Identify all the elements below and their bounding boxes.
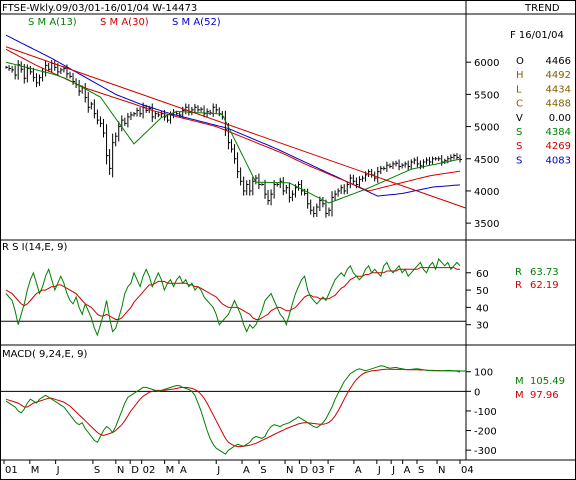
rsi-tick-label: 60 bbox=[476, 269, 489, 280]
time-tick-label: A bbox=[355, 465, 362, 476]
info-values-panel: O 4466 H 4492 L 4434 C 4488 V 0.00 S 4384 S 4269 S 4083 bbox=[516, 56, 571, 166]
macd-tick-label: -300 bbox=[474, 446, 497, 457]
time-tick-label: S bbox=[418, 465, 424, 476]
sma52-line bbox=[5, 34, 461, 197]
time-tick-label: J bbox=[56, 465, 60, 476]
time-tick-label: N bbox=[117, 465, 124, 476]
time-tick-label: 02 bbox=[143, 465, 156, 476]
rsi-signal-line bbox=[5, 267, 460, 320]
macd-axis: -300 -200 -100 0 100 bbox=[466, 368, 497, 457]
macd-tick-label: 100 bbox=[474, 368, 493, 379]
info-value-low: 4434 bbox=[546, 84, 571, 95]
time-tick-label: A bbox=[243, 465, 250, 476]
time-tick-label: S bbox=[260, 465, 266, 476]
rsi-axis: 30 40 50 60 bbox=[466, 269, 489, 332]
info-value-sma52: 4083 bbox=[546, 155, 571, 166]
macd-tick-label: 0 bbox=[474, 387, 480, 398]
price-tick-label: 4000 bbox=[474, 187, 499, 198]
time-tick-label: 01 bbox=[5, 465, 18, 476]
rsi-label-r2: R bbox=[515, 280, 522, 291]
time-tick-label: M bbox=[31, 465, 40, 476]
rsi-tick-label: 50 bbox=[476, 286, 489, 297]
info-label-open: O bbox=[516, 56, 524, 67]
price-tick-label: 3500 bbox=[474, 219, 499, 230]
info-value-sma30: 4269 bbox=[546, 141, 571, 152]
info-value-high: 4492 bbox=[546, 70, 571, 81]
info-label-low: L bbox=[516, 84, 522, 95]
info-value-close: 4488 bbox=[546, 99, 571, 110]
info-date: F 16/01/04 bbox=[510, 30, 564, 41]
ftse-weekly-chart: FTSE-Wkly.09/03/01-16/01/04 W-14473 TREN… bbox=[0, 0, 576, 480]
rsi-title: R S I(14,E, 9) bbox=[2, 242, 67, 253]
downtrend-line bbox=[5, 46, 467, 209]
rsi-label-r1: R bbox=[515, 267, 522, 278]
time-tick-label: J bbox=[377, 465, 381, 476]
macd-value-m2: 97.96 bbox=[530, 390, 559, 401]
macd-title: MACD( 9,24,E, 9) bbox=[2, 349, 88, 360]
macd-signal-line bbox=[5, 368, 461, 448]
legend-sma13: S M A(13) bbox=[28, 17, 77, 28]
macd-tick-label: -200 bbox=[474, 427, 497, 438]
macd-line bbox=[5, 365, 467, 455]
time-tick-label: 03 bbox=[312, 465, 325, 476]
time-tick-label: S bbox=[94, 465, 100, 476]
time-tick-label: A bbox=[180, 465, 187, 476]
price-tick-label: 5500 bbox=[474, 90, 499, 101]
time-tick-label: D bbox=[300, 465, 308, 476]
info-label-sma52: S bbox=[516, 155, 522, 166]
info-label-sma13: S bbox=[516, 127, 522, 138]
info-label-sma30: S bbox=[516, 141, 522, 152]
macd-label-m2: M bbox=[515, 390, 524, 401]
time-tick-label: N bbox=[438, 465, 445, 476]
info-label-close: C bbox=[516, 99, 523, 110]
legend-sma52: S M A(52) bbox=[172, 17, 221, 28]
price-tick-label: 4500 bbox=[474, 155, 499, 166]
info-value-volume: 0.00 bbox=[549, 113, 571, 124]
info-value-sma13: 4384 bbox=[546, 127, 571, 138]
rsi-value-r1: 63.73 bbox=[530, 267, 559, 278]
price-axis: 3500 4000 4500 5000 5500 6000 bbox=[466, 58, 499, 230]
time-tick-label: 04 bbox=[461, 465, 474, 476]
macd-tick-label: -100 bbox=[474, 407, 497, 418]
time-tick-label: D bbox=[131, 465, 139, 476]
rsi-line bbox=[5, 257, 461, 337]
rsi-tick-label: 30 bbox=[476, 321, 489, 332]
time-tick-label: N bbox=[286, 465, 293, 476]
macd-label-m1: M bbox=[515, 376, 524, 387]
macd-value-m1: 105.49 bbox=[530, 376, 565, 387]
legend-sma30: S M A(30) bbox=[100, 17, 149, 28]
time-tick-label: F bbox=[329, 465, 335, 476]
info-label-high: H bbox=[516, 70, 524, 81]
rsi-tick-label: 40 bbox=[476, 303, 489, 314]
time-tick-label: A bbox=[404, 465, 411, 476]
chart-title: FTSE-Wkly.09/03/01-16/01/04 W-14473 bbox=[2, 3, 197, 14]
time-tick-label: M bbox=[166, 465, 175, 476]
rsi-value-r2: 62.19 bbox=[530, 280, 559, 291]
time-tick-label: J bbox=[391, 465, 395, 476]
price-tick-label: 6000 bbox=[474, 58, 499, 69]
price-tick-label: 5000 bbox=[474, 123, 499, 134]
info-value-open: 4466 bbox=[546, 56, 571, 67]
trend-label: TREND bbox=[524, 3, 560, 14]
time-axis: 01 M J S N D 02 M A J A S N D 03 F A J J A S N 04 bbox=[3, 460, 474, 476]
time-tick-label: J bbox=[216, 465, 220, 476]
info-label-volume: V bbox=[516, 113, 523, 124]
